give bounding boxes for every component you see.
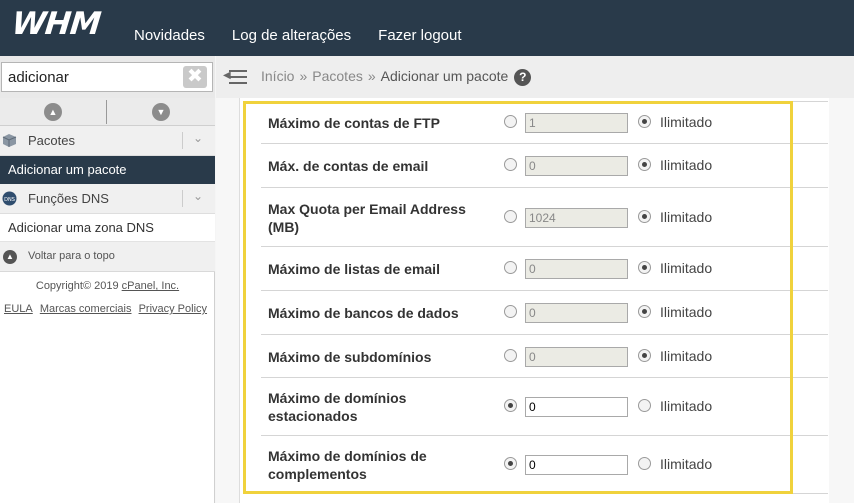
form-row-email-quota: Max Quota per Email Address (MB) Ilimitad…	[261, 188, 828, 247]
top-navigation: Novidades Log de alterações Fazer logout	[134, 27, 489, 44]
sidebar-search-area: ✖	[0, 56, 215, 98]
help-icon[interactable]: ?	[514, 68, 532, 86]
sidebar: ✖ ▲ ▼ Pacotes ⌄ Adicionar um pacote DNS …	[0, 56, 215, 503]
limit-value-input[interactable]	[525, 259, 628, 279]
unlimited-label: Ilimitado	[660, 456, 713, 472]
nav-logout[interactable]: Fazer logout	[378, 27, 461, 44]
top-header: WHM Novidades Log de alterações Fazer lo…	[0, 0, 854, 56]
sidebar-category-pacotes[interactable]: Pacotes ⌄	[0, 126, 215, 156]
breadcrumb-bar: ◀ Início» Pacotes» Adicionar um pacote?	[216, 56, 854, 98]
breadcrumb-separator: »	[299, 68, 308, 84]
limit-radio[interactable]	[504, 348, 517, 362]
unlimited-label: Ilimitado	[660, 398, 713, 414]
unlimited-radio[interactable]	[638, 399, 651, 412]
copyright: Copyright© 2019 cPanel, Inc.	[0, 280, 215, 292]
form-row-addon-domains: Máximo de domínios de complementos Ilimit…	[261, 436, 828, 494]
eula-link[interactable]: EULA	[4, 303, 33, 315]
copyright-text: Copyright© 2019	[35, 280, 122, 292]
cpanel-link[interactable]: cPanel, Inc.	[122, 280, 179, 292]
limit-value-input[interactable]	[525, 113, 628, 133]
unlimited-radio[interactable]	[638, 348, 651, 362]
divider	[182, 190, 183, 207]
limit-value-input[interactable]	[525, 346, 628, 367]
breadcrumb-pacotes[interactable]: Pacotes	[312, 68, 363, 84]
form-row-mailing-lists: Máximo de listas de email Ilimitado	[261, 247, 828, 291]
chevron-down-icon[interactable]: ⌄	[193, 189, 203, 203]
unlimited-radio[interactable]	[638, 209, 651, 223]
collapse-menu-icon[interactable]: ◀	[223, 67, 247, 87]
form-row-databases: Máximo de bancos de dados Ilimitado	[261, 291, 828, 335]
dns-icon: DNS	[2, 191, 17, 206]
nav-changelog[interactable]: Log de alterações	[232, 27, 351, 44]
privacy-policy-link[interactable]: Privacy Policy	[139, 303, 207, 315]
arrow-up-circle-icon: ▲	[3, 250, 17, 264]
divider	[182, 132, 183, 149]
unlimited-radio[interactable]	[638, 305, 651, 318]
packages-icon	[2, 134, 17, 147]
field-label: Máximo de domínios estacionados	[268, 390, 407, 424]
scroll-up-button[interactable]: ▲	[0, 98, 107, 126]
limit-radio[interactable]	[504, 209, 517, 223]
field-label: Max Quota per Email Address (MB)	[268, 200, 466, 235]
sidebar-item-adicionar-zona-dns[interactable]: Adicionar uma zona DNS	[0, 214, 215, 242]
unlimited-radio[interactable]	[638, 115, 651, 128]
limit-radio[interactable]	[504, 158, 517, 171]
form-row-email-accounts: Máx. de contas de email Ilimitado	[261, 144, 828, 188]
breadcrumb: Início» Pacotes» Adicionar um pacote?	[261, 68, 532, 86]
unlimited-label: Ilimitado	[660, 260, 713, 276]
footer-links: EULA Marcas comerciais Privacy Policy	[4, 303, 211, 315]
sidebar-category-dns[interactable]: DNS Funções DNS ⌄	[0, 184, 215, 214]
breadcrumb-separator: »	[367, 68, 376, 84]
category-label: Pacotes	[28, 133, 75, 148]
arrow-down-icon: ▼	[152, 103, 170, 121]
limit-value-input[interactable]	[525, 156, 628, 176]
form-row-ftp-accounts: Máximo de contas de FTP Ilimitado	[261, 102, 828, 144]
whm-logo[interactable]: WHM	[10, 6, 102, 42]
unlimited-radio[interactable]	[638, 457, 651, 470]
unlimited-label: Ilimitado	[660, 157, 713, 173]
trademarks-link[interactable]: Marcas comerciais	[40, 303, 132, 315]
back-to-top-button[interactable]: ▲ Voltar para o topo	[0, 242, 215, 272]
limit-radio[interactable]	[504, 457, 517, 470]
limit-radio[interactable]	[504, 115, 517, 128]
sidebar-search-input[interactable]	[1, 62, 213, 92]
limit-value-input[interactable]	[525, 303, 628, 323]
back-to-top-label: Voltar para o topo	[28, 250, 115, 262]
unlimited-label: Ilimitado	[660, 304, 713, 320]
limit-radio[interactable]	[504, 305, 517, 318]
nav-novidades[interactable]: Novidades	[134, 27, 205, 44]
field-label: Máx. de contas de email	[268, 158, 429, 174]
chevron-down-icon[interactable]: ⌄	[193, 131, 203, 145]
unlimited-label: Ilimitado	[660, 208, 713, 225]
svg-text:DNS: DNS	[4, 197, 15, 203]
field-label: Máximo de domínios de complementos	[268, 448, 427, 482]
limit-radio[interactable]	[504, 399, 517, 412]
limit-value-input[interactable]	[525, 397, 628, 417]
arrow-up-icon: ▲	[44, 103, 62, 121]
form-row-parked-domains: Máximo de domínios estacionados Ilimitado	[261, 378, 828, 436]
field-label: Máximo de contas de FTP	[268, 115, 440, 131]
unlimited-label: Ilimitado	[660, 347, 713, 364]
scroll-down-button[interactable]: ▼	[107, 98, 214, 126]
field-label: Máximo de listas de email	[268, 261, 440, 277]
limit-radio[interactable]	[504, 261, 517, 274]
unlimited-radio[interactable]	[638, 261, 651, 274]
form-row-subdomains: Máximo de subdomínios Ilimitado	[261, 335, 828, 378]
sidebar-scroll-controls: ▲ ▼	[0, 98, 215, 126]
unlimited-label: Ilimitado	[660, 114, 713, 130]
page-title: Adicionar um pacote	[380, 68, 509, 84]
field-label: Máximo de bancos de dados	[268, 305, 459, 321]
field-label: Máximo de subdomínios	[268, 348, 432, 365]
limit-value-input[interactable]	[525, 455, 628, 475]
sidebar-item-adicionar-pacote[interactable]: Adicionar um pacote	[0, 156, 215, 184]
breadcrumb-inicio[interactable]: Início	[261, 68, 294, 84]
clear-search-icon[interactable]: ✖	[183, 66, 207, 88]
unlimited-radio[interactable]	[638, 158, 651, 171]
category-label: Funções DNS	[28, 191, 109, 206]
limit-value-input[interactable]	[525, 207, 628, 228]
